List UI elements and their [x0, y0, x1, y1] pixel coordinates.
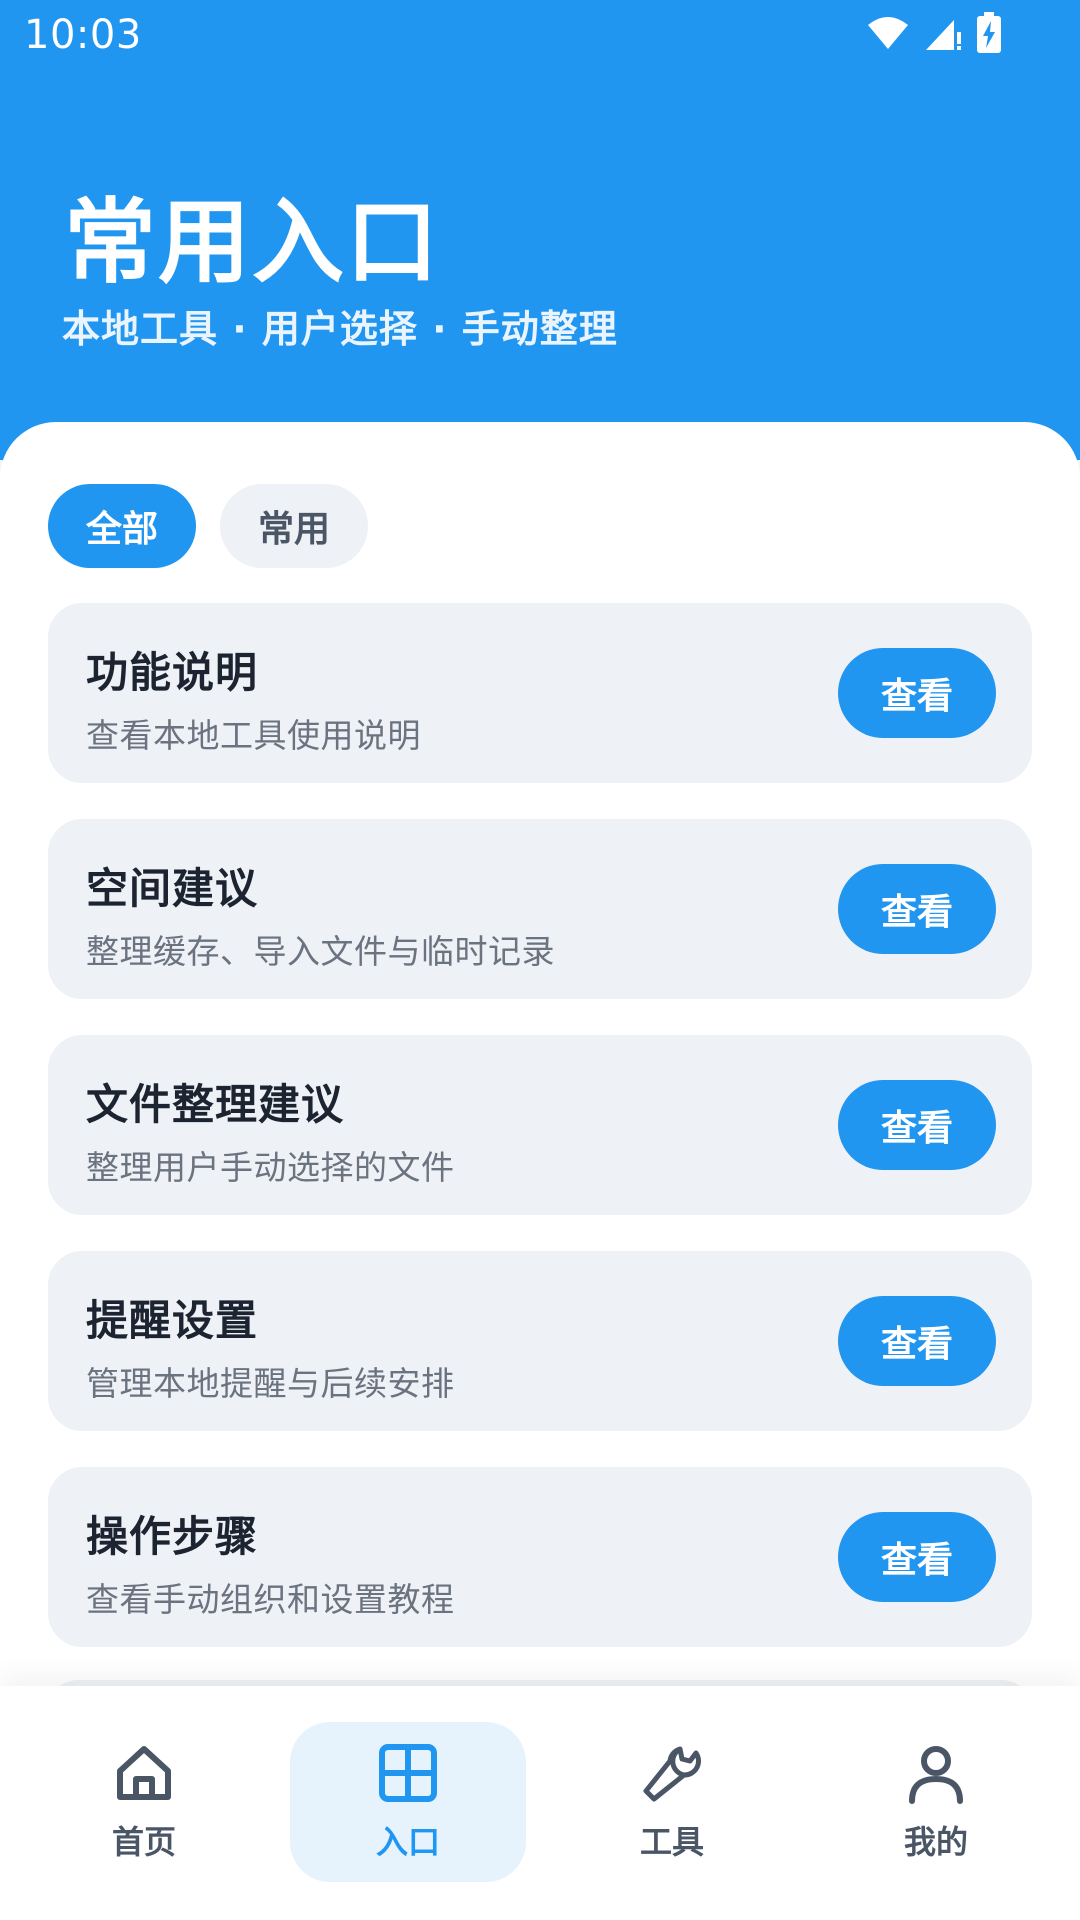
- filter-chip-common[interactable]: 常用: [220, 484, 369, 568]
- status-time: 10:03: [24, 12, 142, 58]
- battery-charging-icon: [977, 12, 1001, 53]
- card-title: 操作步骤: [86, 1512, 259, 1561]
- card-title: 功能说明: [86, 648, 259, 697]
- view-button[interactable]: 查看: [838, 1512, 996, 1602]
- entry-card[interactable]: 文件整理建议 整理用户手动选择的文件 查看: [48, 1035, 1032, 1215]
- entry-card[interactable]: 空间建议 整理缓存、导入文件与临时记录 查看: [48, 819, 1032, 999]
- card-title: 文件整理建议: [86, 1080, 345, 1129]
- view-button[interactable]: 查看: [838, 1296, 996, 1386]
- home-icon: [117, 1746, 171, 1800]
- card-description: 管理本地提醒与后续安排: [86, 1364, 455, 1403]
- bottom-nav: 首页 入口 工具 我的: [0, 1686, 1080, 1920]
- view-button[interactable]: 查看: [838, 648, 996, 738]
- person-icon: [909, 1746, 963, 1804]
- nav-label: 首页: [111, 1823, 176, 1861]
- entry-card[interactable]: 操作步骤 查看手动组织和设置教程 查看: [48, 1467, 1032, 1647]
- filter-chips: 全部 常用: [48, 484, 369, 568]
- nav-item-tools[interactable]: 工具: [554, 1722, 790, 1882]
- nav-item-profile[interactable]: 我的: [818, 1722, 1054, 1882]
- grid-icon: [379, 1744, 437, 1802]
- cellular-signal-icon: [926, 20, 961, 50]
- card-description: 整理用户手动选择的文件: [86, 1148, 455, 1187]
- wrench-icon: [643, 1746, 701, 1802]
- nav-label: 我的: [903, 1823, 968, 1861]
- view-button[interactable]: 查看: [838, 1080, 996, 1170]
- card-description: 查看本地工具使用说明: [86, 716, 421, 755]
- card-title: 提醒设置: [86, 1296, 259, 1345]
- status-bar: 10:03: [0, 0, 1080, 80]
- nav-item-home[interactable]: 首页: [26, 1722, 262, 1882]
- nav-label: 入口: [375, 1823, 440, 1861]
- status-icons: [866, 12, 1002, 54]
- card-description: 整理缓存、导入文件与临时记录: [86, 932, 555, 971]
- wifi-icon: [868, 17, 908, 49]
- nav-label: 工具: [639, 1823, 704, 1861]
- page-subtitle: 本地工具 · 用户选择 · 手动整理: [62, 307, 618, 351]
- card-title: 空间建议: [86, 864, 259, 913]
- nav-item-entries[interactable]: 入口: [290, 1722, 526, 1882]
- filter-chip-all[interactable]: 全部: [48, 484, 197, 568]
- page-title: 常用入口: [64, 189, 441, 296]
- view-button[interactable]: 查看: [838, 864, 996, 954]
- card-description: 查看手动组织和设置教程: [86, 1580, 455, 1619]
- entry-card[interactable]: 功能说明 查看本地工具使用说明 查看: [48, 603, 1032, 783]
- entry-card[interactable]: 提醒设置 管理本地提醒与后续安排 查看: [48, 1251, 1032, 1431]
